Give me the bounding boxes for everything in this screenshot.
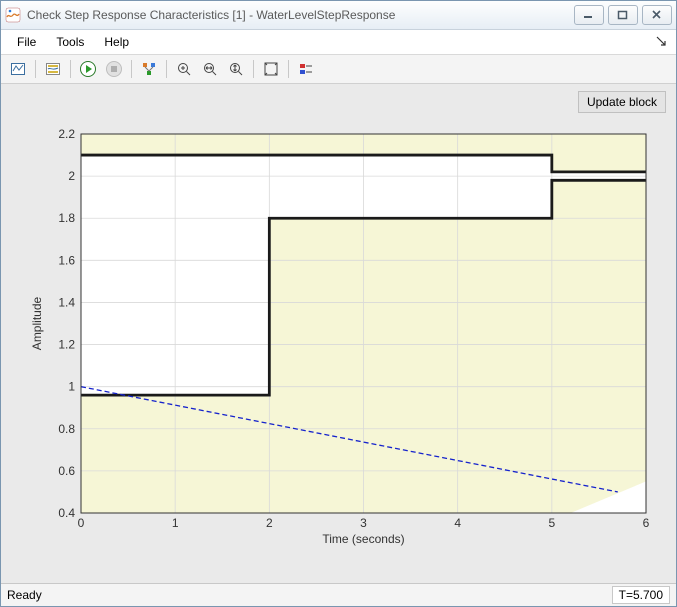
window-title: Check Step Response Characteristics [1] …: [27, 8, 570, 22]
app-icon: [5, 7, 21, 23]
zoom-x-icon[interactable]: [197, 56, 223, 82]
menu-help[interactable]: Help: [94, 33, 139, 51]
zoom-y-icon[interactable]: [223, 56, 249, 82]
svg-text:1.2: 1.2: [58, 338, 75, 352]
app-window: Check Step Response Characteristics [1] …: [0, 0, 677, 607]
menu-file[interactable]: File: [7, 33, 46, 51]
close-button[interactable]: [642, 5, 672, 25]
svg-text:5: 5: [548, 516, 555, 530]
title-bar: Check Step Response Characteristics [1] …: [1, 1, 676, 30]
minimize-button[interactable]: [574, 5, 604, 25]
sim-time: T=5.700: [612, 586, 670, 604]
bounds-icon[interactable]: [40, 56, 66, 82]
svg-text:2.2: 2.2: [58, 127, 75, 141]
separator: [288, 60, 289, 78]
svg-text:4: 4: [454, 516, 461, 530]
dock-icon[interactable]: [652, 34, 670, 51]
stop-button[interactable]: [101, 56, 127, 82]
svg-text:0.6: 0.6: [58, 464, 75, 478]
separator: [70, 60, 71, 78]
step-response-plot[interactable]: 0 1 2 3 4 5 6 0.4 0.6 0.8 1 1.2 1.4 1.6 1.8 2 2.2 Time (s…: [21, 124, 656, 553]
optimize-icon[interactable]: [136, 56, 162, 82]
menu-bar: File Tools Help: [1, 30, 676, 55]
svg-text:0.4: 0.4: [58, 506, 75, 520]
run-button[interactable]: [75, 56, 101, 82]
svg-text:2: 2: [266, 516, 273, 530]
fit-view-icon[interactable]: [258, 56, 284, 82]
separator: [166, 60, 167, 78]
svg-text:0.8: 0.8: [58, 422, 75, 436]
status-bar: Ready T=5.700: [1, 583, 676, 606]
toolbar: [1, 55, 676, 84]
menu-tools[interactable]: Tools: [46, 33, 94, 51]
maximize-button[interactable]: [608, 5, 638, 25]
scope-icon[interactable]: [5, 56, 31, 82]
svg-text:Time (seconds): Time (seconds): [322, 532, 404, 546]
svg-text:1.8: 1.8: [58, 211, 75, 225]
zoom-in-icon[interactable]: [171, 56, 197, 82]
svg-text:1.4: 1.4: [58, 295, 75, 309]
separator: [35, 60, 36, 78]
separator: [131, 60, 132, 78]
status-text: Ready: [7, 588, 612, 602]
svg-text:1: 1: [172, 516, 179, 530]
svg-text:2: 2: [68, 169, 75, 183]
separator: [253, 60, 254, 78]
update-block-button[interactable]: Update block: [578, 91, 666, 113]
svg-text:1.6: 1.6: [58, 253, 75, 267]
legend-icon[interactable]: [293, 56, 319, 82]
svg-text:1: 1: [68, 380, 75, 394]
svg-text:Amplitude: Amplitude: [30, 297, 44, 351]
svg-text:0: 0: [78, 516, 85, 530]
plot-container: 0 1 2 3 4 5 6 0.4 0.6 0.8 1 1.2 1.4 1.6 1.8 2 2.2 Time (s…: [21, 124, 656, 553]
svg-text:6: 6: [643, 516, 650, 530]
content-area: Update block 0 1 2 3 4 5 6 0.4 0.6 0.8 1 1.2 1.4 1.6 1…: [1, 84, 676, 583]
svg-text:3: 3: [360, 516, 367, 530]
